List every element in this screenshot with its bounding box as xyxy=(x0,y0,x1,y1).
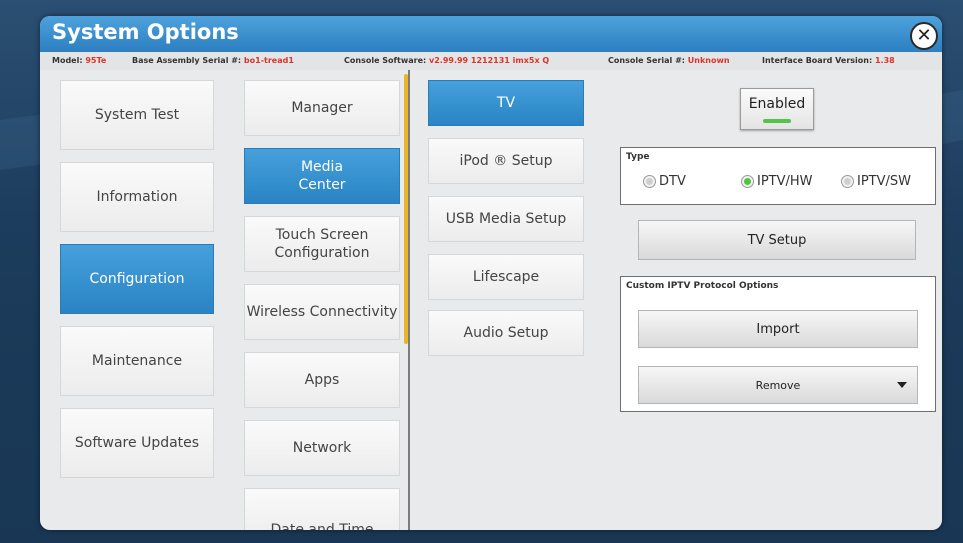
menu-wireless-connectivity[interactable]: Wireless Connectivity xyxy=(244,284,400,340)
remove-dropdown[interactable]: Remove xyxy=(638,366,918,404)
interface-value: 1.38 xyxy=(874,56,895,65)
menu-tv[interactable]: TV xyxy=(428,80,584,126)
title-bar: System Options ✕ xyxy=(40,16,942,52)
console-serial-info: Console Serial #: Unknown xyxy=(608,56,730,65)
system-options-window: System Options ✕ Model: 95Te Base Assemb… xyxy=(40,16,942,530)
interface-info: Interface Board Version: 1.38 xyxy=(762,56,895,65)
menu-date-and-time[interactable]: Date and Time xyxy=(244,488,400,530)
menu-software-updates[interactable]: Software Updates xyxy=(60,408,214,478)
enabled-label: Enabled xyxy=(748,96,806,112)
menu-ipod-setup[interactable]: iPod ® Setup xyxy=(428,138,584,184)
media-center-menu: TV iPod ® Setup USB Media Setup Lifescap… xyxy=(408,70,600,530)
menu-system-test[interactable]: System Test xyxy=(60,80,214,150)
model-label: Model: xyxy=(52,56,83,65)
menu-lifescape[interactable]: Lifescape xyxy=(428,254,584,300)
software-info: Console Software: v2.99.99 1212131 imx5x… xyxy=(344,56,549,65)
assembly-value: bo1-tread1 xyxy=(243,56,294,65)
type-title: Type xyxy=(626,152,650,162)
model-info: Model: 95Te xyxy=(52,56,106,65)
menu-manager[interactable]: Manager xyxy=(244,80,400,136)
radio-iptv-hw-icon xyxy=(741,175,754,188)
menu-touch-screen-configuration[interactable]: Touch Screen Configuration xyxy=(244,216,400,272)
console-serial-value: Unknown xyxy=(687,56,730,65)
chevron-down-icon xyxy=(897,382,907,388)
menu-audio-setup[interactable]: Audio Setup xyxy=(428,310,584,356)
menu-apps[interactable]: Apps xyxy=(244,352,400,408)
model-value: 95Te xyxy=(85,56,107,65)
software-label: Console Software: xyxy=(344,56,427,65)
enabled-indicator xyxy=(763,119,791,123)
menu-media-center[interactable]: Media Center xyxy=(244,148,400,204)
menu-network[interactable]: Network xyxy=(244,420,400,476)
close-icon[interactable]: ✕ xyxy=(910,22,938,50)
radio-dtv-label: DTV xyxy=(659,174,686,189)
radio-iptv-hw[interactable]: IPTV/HW xyxy=(741,174,813,189)
window-title: System Options xyxy=(52,20,239,44)
menu-configuration[interactable]: Configuration xyxy=(60,244,214,314)
radio-iptv-sw[interactable]: IPTV/SW xyxy=(841,174,911,189)
configuration-menu: Manager Media Center Touch Screen Config… xyxy=(230,70,408,530)
radio-iptv-sw-icon xyxy=(841,175,854,188)
menu-information[interactable]: Information xyxy=(60,162,214,232)
custom-iptv-title: Custom IPTV Protocol Options xyxy=(626,281,779,291)
menu-usb-media-setup[interactable]: USB Media Setup xyxy=(428,196,584,242)
tv-setup-button[interactable]: TV Setup xyxy=(638,220,916,260)
enabled-toggle[interactable]: Enabled xyxy=(740,88,814,130)
assembly-info: Base Assembly Serial #: bo1-tread1 xyxy=(132,56,294,65)
radio-dtv-icon xyxy=(643,175,656,188)
type-group: Type DTV IPTV/HW IPTV/SW xyxy=(620,147,936,205)
remove-label: Remove xyxy=(755,378,801,392)
radio-iptv-hw-label: IPTV/HW xyxy=(757,174,813,189)
radio-iptv-sw-label: IPTV/SW xyxy=(857,174,911,189)
assembly-label: Base Assembly Serial #: xyxy=(132,56,242,65)
menu-maintenance[interactable]: Maintenance xyxy=(60,326,214,396)
custom-iptv-group: Custom IPTV Protocol Options Import Remo… xyxy=(620,276,936,412)
software-value: v2.99.99 1212131 imx5x Q xyxy=(429,56,550,65)
main-menu: System Test Information Configuration Ma… xyxy=(40,70,230,530)
interface-label: Interface Board Version: xyxy=(762,56,873,65)
radio-dtv[interactable]: DTV xyxy=(643,174,686,189)
console-serial-label: Console Serial #: xyxy=(608,56,685,65)
info-bar: Model: 95Te Base Assembly Serial #: bo1-… xyxy=(40,52,942,70)
import-button[interactable]: Import xyxy=(638,310,918,348)
